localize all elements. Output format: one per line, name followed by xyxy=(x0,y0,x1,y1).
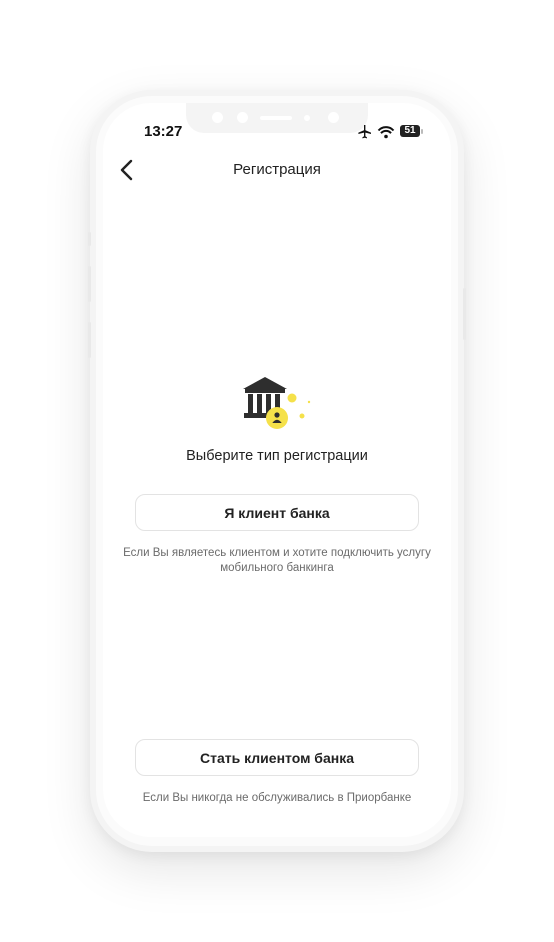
registration-prompt: Выберите тип регистрации xyxy=(186,448,368,464)
status-icons xyxy=(358,125,395,139)
status-time: 13:27 xyxy=(144,123,183,140)
front-camera xyxy=(212,112,223,123)
volume-up-button xyxy=(88,266,91,302)
become-client-button[interactable]: Стать клиентом банка xyxy=(135,739,419,776)
airplane-icon xyxy=(358,125,371,139)
phone-notch xyxy=(186,103,368,133)
volume-down-button xyxy=(88,322,91,358)
proximity-sensor xyxy=(304,115,310,121)
earpiece-speaker xyxy=(260,116,292,120)
battery-cap xyxy=(421,129,423,134)
mute-switch xyxy=(88,232,91,246)
page-title: Регистрация xyxy=(233,161,321,178)
bank-client-hint: Если Вы являетесь клиентом и хотите подк… xyxy=(123,547,431,574)
chevron-left-icon[interactable] xyxy=(117,159,137,181)
power-button xyxy=(463,288,466,340)
wifi-icon xyxy=(377,126,395,139)
app-screen xyxy=(103,103,451,837)
face-id-sensor xyxy=(237,112,248,123)
dot-projector xyxy=(328,112,339,123)
bank-user-icon xyxy=(243,377,311,429)
become-client-button-label: Стать клиентом банка xyxy=(200,749,354,766)
bank-client-button-label: Я клиент банка xyxy=(224,504,330,521)
become-client-hint: Если Вы никогда не обслуживались в Приор… xyxy=(142,792,412,804)
bank-client-button[interactable]: Я клиент банка xyxy=(135,494,419,531)
battery-indicator: 51 xyxy=(400,125,420,137)
